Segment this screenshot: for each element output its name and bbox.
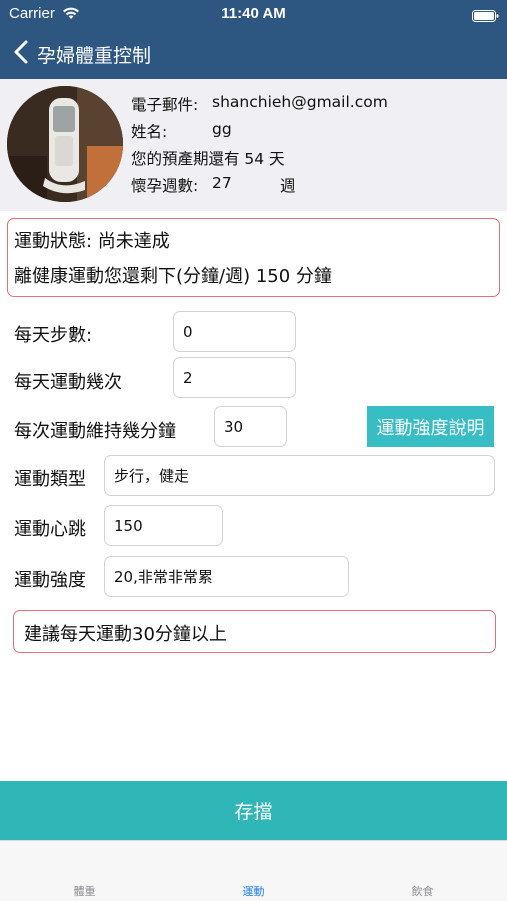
weeks-value: 27 — [212, 174, 232, 192]
navigation-bar: Carrier 11:40 AM 孕婦體重控制 — [0, 0, 507, 79]
weeks-unit: 週 — [280, 177, 296, 195]
email-label: 電子郵件: — [131, 96, 199, 114]
save-button[interactable]: 存擋 — [0, 781, 507, 840]
minutes-per-session-input[interactable]: 30 — [214, 406, 287, 447]
times-per-day-input[interactable]: 2 — [173, 357, 296, 398]
back-chevron-icon[interactable] — [12, 40, 30, 68]
intensity-input[interactable]: 20,非常非常累 — [104, 556, 349, 597]
tab-weight[interactable]: 體重 — [0, 883, 169, 899]
minutes-per-session-label: 每次運動維持幾分鐘 — [14, 421, 176, 442]
heart-rate-input[interactable]: 150 — [104, 505, 223, 546]
intensity-info-button[interactable]: 運動強度說明 — [367, 406, 494, 447]
status-time: 11:40 AM — [221, 5, 286, 22]
name-label: 姓名: — [131, 123, 168, 141]
suggestion-text: 建議每天運動30分鐘以上 — [24, 624, 227, 645]
due-date-text: 您的預產期還有 54 天 — [131, 150, 285, 168]
intensity-label: 運動強度 — [14, 570, 86, 591]
tab-bar: 體重 運動 飲食 — [0, 840, 507, 901]
exercise-type-label: 運動類型 — [14, 469, 86, 490]
exercise-type-input[interactable]: 步行，健走 — [104, 455, 495, 496]
remaining-minutes-text: 離健康運動您還剩下(分鐘/週) 150 分鐘 — [14, 266, 332, 287]
steps-input[interactable]: 0 — [173, 311, 296, 352]
email-value: shanchieh@gmail.com — [212, 93, 388, 111]
battery-icon — [472, 7, 499, 26]
weeks-label: 懷孕週數: — [131, 177, 199, 195]
exercise-status-text: 運動狀態: 尚未達成 — [14, 231, 170, 252]
tab-exercise[interactable]: 運動 — [169, 883, 338, 899]
name-value: gg — [212, 120, 232, 138]
steps-label: 每天步數: — [14, 325, 93, 346]
avatar — [7, 86, 123, 202]
times-per-day-label: 每天運動幾次 — [14, 372, 122, 393]
tab-diet[interactable]: 飲食 — [338, 883, 507, 899]
heart-rate-label: 運動心跳 — [14, 519, 86, 540]
page-title[interactable]: 孕婦體重控制 — [37, 41, 151, 68]
